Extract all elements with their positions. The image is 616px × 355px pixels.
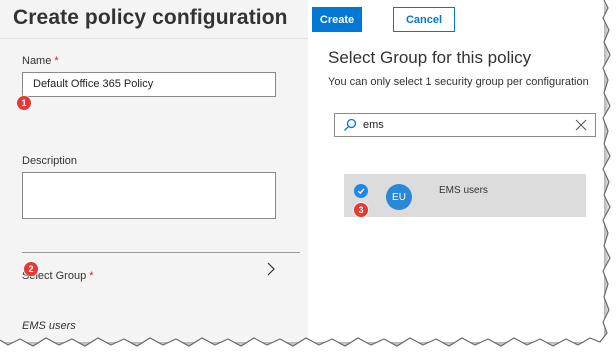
section-divider: [22, 252, 300, 253]
avatar: EU: [386, 184, 412, 210]
description-field[interactable]: [22, 172, 276, 219]
panel-title: Select Group for this policy: [328, 48, 532, 67]
chevron-right-icon[interactable]: [266, 262, 276, 276]
callout-badge-1: 1: [17, 96, 31, 110]
search-icon: [344, 118, 357, 131]
panel-subtitle: You can only select 1 security group per…: [328, 76, 589, 88]
group-name: EMS users: [439, 185, 488, 196]
close-icon[interactable]: [575, 119, 587, 131]
name-label-text: Name: [22, 55, 52, 67]
description-label: Description: [22, 155, 78, 167]
name-label: Name *: [22, 55, 59, 67]
selected-group-value: EMS users: [22, 320, 76, 332]
cancel-button[interactable]: Cancel: [393, 7, 455, 32]
callout-badge-2: 2: [24, 262, 38, 276]
callout-badge-3: 3: [354, 203, 368, 217]
required-marker: *: [54, 55, 59, 67]
create-button[interactable]: Create: [312, 7, 362, 32]
page-title: Create policy configuration: [13, 6, 288, 29]
required-marker: *: [89, 270, 94, 282]
check-icon[interactable]: [354, 184, 368, 198]
header-divider: [0, 38, 308, 39]
group-search-input[interactable]: ems: [334, 113, 596, 137]
left-pane: [0, 0, 308, 342]
group-result-row[interactable]: EU EMS users: [344, 174, 586, 217]
screenshot-frame: Create policy configuration Create Cance…: [0, 0, 604, 342]
search-input-value: ems: [363, 119, 384, 131]
name-field[interactable]: Default Office 365 Policy: [22, 72, 276, 97]
